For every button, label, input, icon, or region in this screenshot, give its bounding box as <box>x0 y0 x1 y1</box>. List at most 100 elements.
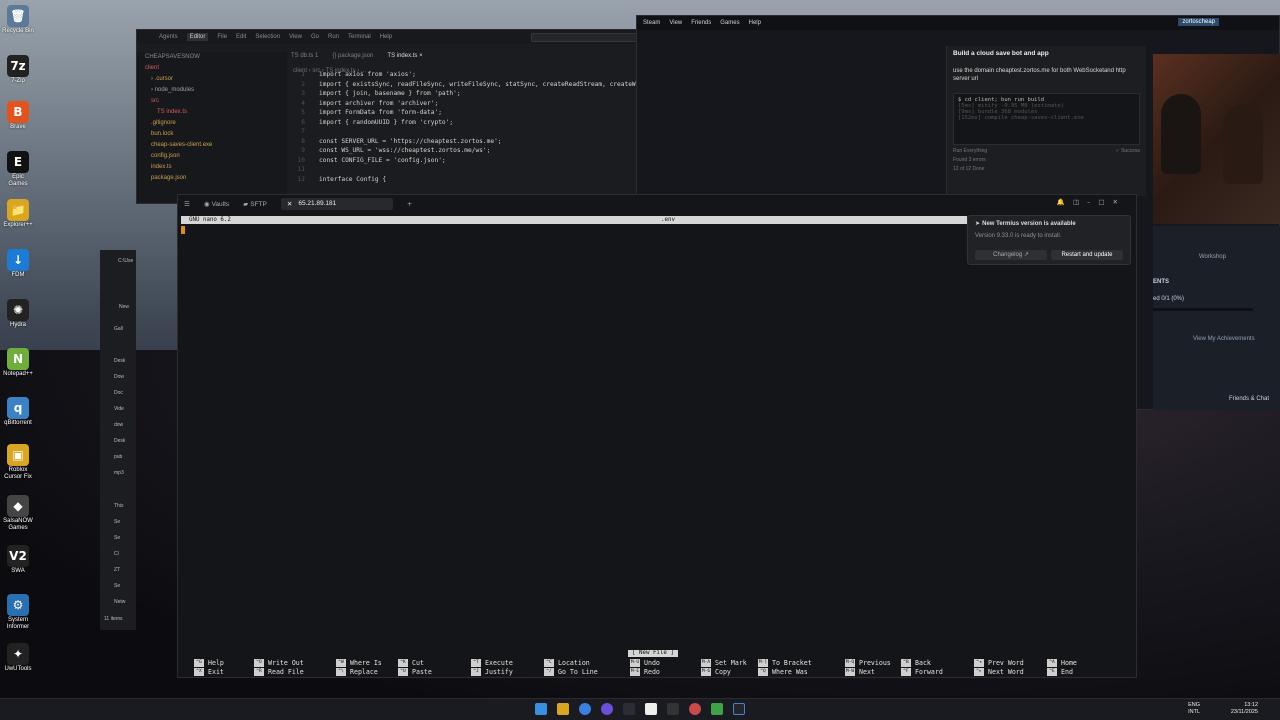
file-tree-item[interactable]: src <box>137 96 287 107</box>
discord-icon[interactable] <box>601 703 613 715</box>
explorer-nav-item[interactable]: Netw <box>114 599 125 605</box>
app-icon: B <box>7 101 29 123</box>
menu-item[interactable]: Terminal <box>348 34 371 40</box>
desktop-icon[interactable]: ▣ Roblox Cursor Fix <box>2 444 34 481</box>
desktop-icon[interactable]: E Epic Games <box>2 151 34 188</box>
language-indicator[interactable]: ENG INTL <box>1188 702 1200 716</box>
desktop-icon[interactable]: 🗑 Recycle Bin <box>2 5 34 35</box>
menu-item[interactable]: Run <box>328 34 339 40</box>
file-tree-item[interactable]: .gitignore <box>137 118 287 129</box>
desktop-icon[interactable]: ↓ FDM <box>2 249 34 279</box>
desktop-icon[interactable]: ✦ UwUTools <box>2 643 34 673</box>
explorer-nav-item[interactable]: This <box>114 503 123 509</box>
explorer-nav-item[interactable]: Se <box>114 535 120 541</box>
steam-menu-item[interactable]: Friends <box>691 20 711 26</box>
window-controls[interactable]: 🔔◫–□✕ <box>1057 198 1126 206</box>
tab-vaults[interactable]: ◉ Vaults <box>204 200 229 208</box>
desktop-icon[interactable]: ◆ SalsaNOW Games <box>2 495 34 532</box>
file-tree-item[interactable]: cheap-saves-client.exe <box>137 140 287 151</box>
view-achievements-link[interactable]: View My Achievements <box>1193 336 1255 342</box>
new-tab-icon[interactable]: + <box>407 200 412 208</box>
app-icon[interactable] <box>623 703 635 715</box>
explorer-nav-item[interactable]: pub <box>114 454 122 460</box>
achievement-bar <box>1153 308 1253 311</box>
editor-tab[interactable]: TS index.ts × <box>387 50 422 62</box>
terminal-command-block: $ cd client; bun run build [5ms] minify … <box>953 93 1140 145</box>
explorer-nav-item[interactable]: Doc <box>114 390 123 396</box>
shortcut-label: Where Was <box>772 668 808 676</box>
editor-tab[interactable]: TS db.ts 1 <box>291 50 318 62</box>
clock[interactable]: 13:12 23/11/2025 <box>1231 702 1258 716</box>
steam-menu-item[interactable]: View <box>669 20 682 26</box>
desktop-icon[interactable]: V2 SWA <box>2 545 34 575</box>
app-icon-green[interactable] <box>711 703 723 715</box>
steam-user-button[interactable]: zortoscheap <box>1178 18 1219 26</box>
file-tree-item[interactable]: › node_modules <box>137 85 287 96</box>
menu-item[interactable]: View <box>289 34 302 40</box>
desktop-icon[interactable]: B Brave <box>2 101 34 131</box>
menu-item[interactable]: File <box>217 34 227 40</box>
steam-menu-item[interactable]: Help <box>749 20 761 26</box>
desktop-icon[interactable]: N Notepad++ <box>2 348 34 378</box>
desktop-icon[interactable]: q qBittorrent <box>2 397 34 427</box>
explorer-nav-item[interactable]: Cl <box>114 551 119 557</box>
file-explorer-icon[interactable] <box>557 703 569 715</box>
steam-menu-item[interactable]: Games <box>720 20 739 26</box>
explorer-nav-item[interactable]: Se <box>114 583 120 589</box>
termius-tabbar: ☰ ◉ Vaults ▰ SFTP ✕ 65.21.89.181 + 🔔◫–□✕ <box>178 195 1136 212</box>
desktop-icon-label: Roblox Cursor Fix <box>4 467 32 480</box>
start-icon[interactable] <box>535 703 547 715</box>
explorer-nav-item[interactable]: mp3 <box>114 470 124 476</box>
menu-item[interactable]: Help <box>380 34 392 40</box>
changelog-button[interactable]: Changelog ↗ <box>975 250 1047 260</box>
termius-icon[interactable] <box>733 703 745 715</box>
file-tree-item[interactable]: client <box>137 63 287 74</box>
friends-chat-button[interactable]: Friends & Chat <box>1229 396 1269 402</box>
run-everything-dropdown[interactable]: Run Everything <box>953 148 987 154</box>
terminal-icon[interactable] <box>667 703 679 715</box>
desktop-icon[interactable]: ⚙ System Informer <box>2 594 34 631</box>
explorer-nav-item[interactable]: Gall <box>114 326 123 332</box>
explorer-item-count: 11 items <box>104 616 123 622</box>
close-icon[interactable]: ✕ <box>287 200 292 208</box>
file-tree-item[interactable]: TS index.ts <box>137 107 287 118</box>
notion-icon[interactable] <box>645 703 657 715</box>
nano-version: GNU nano 6.2 <box>189 217 231 223</box>
tab-host[interactable]: ✕ 65.21.89.181 <box>280 197 393 210</box>
file-tree-item[interactable]: bun.lock <box>137 129 287 140</box>
desktop-icon-label: Explorer++ <box>3 222 33 228</box>
menu-item[interactable]: Edit <box>236 34 246 40</box>
explorer-nav-item[interactable]: ZT <box>114 567 120 573</box>
explorer-nav-item[interactable]: Dow <box>114 374 124 380</box>
explorer-nav-item[interactable]: dow <box>114 422 123 428</box>
desktop-icon[interactable]: ✺ Hydra <box>2 299 34 329</box>
file-tree-item[interactable]: config.json <box>137 151 287 162</box>
explorer-nav-item[interactable]: Desk <box>114 358 125 364</box>
editor-tab[interactable]: {} package.json <box>332 50 373 62</box>
menu-item[interactable]: Editor <box>186 33 209 41</box>
file-tree-item[interactable]: › .cursor <box>137 74 287 85</box>
line-number: 11 <box>297 166 305 173</box>
explorer-nav-item[interactable]: Desk <box>114 438 125 444</box>
tab-sftp[interactable]: ▰ SFTP <box>243 200 267 208</box>
desktop-icon[interactable]: 7z 7-Zip <box>2 55 34 85</box>
steam-menu-item[interactable]: Steam <box>643 20 660 26</box>
explorer-nav-item[interactable]: Vide <box>114 406 124 412</box>
browser-icon[interactable] <box>579 703 591 715</box>
explorer-new-button[interactable]: New <box>119 304 129 310</box>
workshop-tab[interactable]: Workshop <box>1199 254 1226 260</box>
shortcut-key: M-W <box>845 668 855 676</box>
chrome-icon[interactable] <box>689 703 701 715</box>
desktop-icon-label: Brave <box>10 124 26 130</box>
menu-item[interactable]: Selection <box>255 34 280 40</box>
menu-item[interactable]: Go <box>311 34 319 40</box>
app-icon: ↓ <box>7 249 29 271</box>
menu-icon[interactable]: ☰ <box>184 200 190 208</box>
file-tree-item[interactable]: index.ts <box>137 162 287 173</box>
explorer-nav-item[interactable]: Se <box>114 519 120 525</box>
menu-item[interactable]: Agents <box>159 34 178 40</box>
desktop-icon[interactable]: 📁 Explorer++ <box>2 199 34 229</box>
app-icon: q <box>7 397 29 419</box>
restart-update-button[interactable]: Restart and update <box>1051 250 1123 260</box>
file-tree-item[interactable]: package.json <box>137 173 287 184</box>
